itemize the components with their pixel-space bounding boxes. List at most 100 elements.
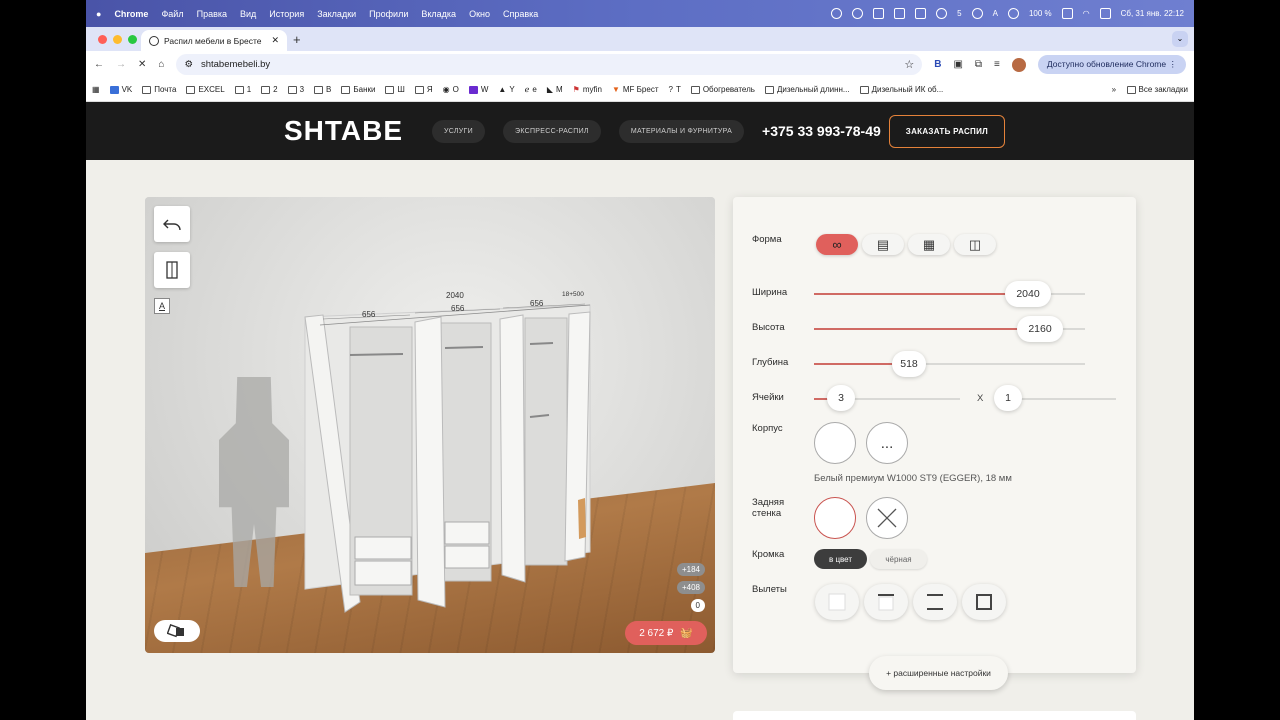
bookmark-w[interactable]: W [468,85,488,94]
overflow-chevron-icon[interactable]: » [1112,85,1116,94]
menu-bookmarks[interactable]: Закладки [317,9,356,19]
bookmark-3[interactable]: 3 [287,85,304,94]
back-panel-none-button[interactable] [866,497,908,539]
menu-profiles[interactable]: Профили [369,9,408,19]
body-more-colors-button[interactable]: ... [866,422,908,464]
menu-file[interactable]: Файл [161,9,183,19]
bookmark-banks[interactable]: Банки [341,85,375,94]
bookmark-mail[interactable]: Почта [142,85,176,94]
bookmark-m[interactable]: ◣ M [547,85,563,94]
bookmark-1[interactable]: 1 [234,85,251,94]
cells-rows-knob[interactable]: 1 [994,385,1022,411]
clock[interactable]: Сб, 31 янв. 22:12 [1121,9,1184,18]
bookmark-o[interactable]: ◉ О [443,85,459,94]
user-icon[interactable] [1007,8,1019,19]
bookmark-heater[interactable]: Обогреватель [690,85,755,94]
undo-button[interactable] [154,206,190,242]
bookmark-vk[interactable]: VK [109,85,132,94]
tab-active[interactable]: Распил мебели в Бресте ✕ [141,30,287,51]
bookmark-ya[interactable]: Я [414,85,433,94]
bookmark-y[interactable]: ▲ Y [498,85,514,94]
tasks-count[interactable]: 5 [957,9,961,18]
menu-view[interactable]: Вид [240,9,256,19]
menu-help[interactable]: Справка [503,9,538,19]
nav-materials[interactable]: материалы и фурнитура [618,119,745,143]
close-window-button[interactable] [98,35,107,44]
check-icon[interactable] [894,8,906,19]
chat-icon[interactable] [971,8,983,19]
bookmark-star-icon[interactable]: ☆ [904,58,914,71]
depth-slider-knob[interactable]: 518 [892,351,926,377]
body-color-white-swatch[interactable] [814,422,856,464]
record-icon[interactable] [831,8,843,19]
new-tab-button[interactable]: + [293,32,301,47]
extensions-icon[interactable]: ⧉ [975,59,982,70]
zoom-window-button[interactable] [128,35,137,44]
speed-icon[interactable] [936,8,948,19]
control-center-icon[interactable] [1099,8,1111,19]
shape-infinite-button[interactable]: ∞ [816,234,858,255]
width-slider-knob[interactable]: 2040 [1005,281,1051,307]
tab-close-icon[interactable]: ✕ [271,35,279,46]
display-icon[interactable] [915,8,927,19]
door-toggle-button[interactable] [154,252,190,288]
home-icon[interactable]: ⌂ [158,59,164,70]
forward-arrow-icon[interactable]: → [116,59,126,70]
order-cut-button[interactable]: заказать распил [888,114,1006,148]
random-config-button[interactable] [154,620,200,642]
site-logo[interactable]: SHTABE [284,115,403,147]
all-bookmarks[interactable]: » Все закладки [1112,85,1188,94]
apple-icon[interactable]: ● [96,9,101,19]
battery-icon[interactable] [1061,8,1073,19]
edge-black-button[interactable]: чёрная [870,549,927,569]
minimize-window-button[interactable] [113,35,122,44]
tab-search-chevron-icon[interactable]: ⌄ [1172,31,1188,47]
height-slider-knob[interactable]: 2160 [1017,316,1063,342]
bookmark-mf-brest[interactable]: ▼ MF Брест [612,85,659,94]
windows-icon[interactable] [873,8,885,19]
input-source[interactable]: A [993,9,998,18]
edge-match-color-button[interactable]: в цвет [814,549,867,569]
overhang-top-button[interactable] [864,584,908,620]
apps-grid-icon[interactable]: ▦ [92,85,100,94]
bookmark-2[interactable]: 2 [261,85,278,94]
site-info-icon[interactable]: ⚙ [184,59,193,70]
overhang-frame-button[interactable] [962,584,1006,620]
back-arrow-icon[interactable]: ← [94,59,104,70]
app-name[interactable]: Chrome [114,9,148,19]
reading-list-icon[interactable]: ≡ [994,59,1000,70]
bookmark-diesel-ir[interactable]: Дизельный ИК об... [859,85,943,94]
chrome-update-button[interactable]: Доступно обновление Chrome ⋮ [1037,55,1186,74]
stop-loading-icon[interactable]: ✕ [138,59,146,70]
shape-grid-rows-button[interactable]: ▤ [862,234,904,255]
overhang-top-bottom-button[interactable] [913,584,957,620]
wardrobe-3d-viewer[interactable]: 2040 656 656 656 18+500 A +184 +408 0 2 … [145,197,715,653]
menu-history[interactable]: История [269,9,304,19]
dimensions-text-toggle[interactable]: A [154,298,170,314]
phone-number[interactable]: +375 33 993-78-49 [762,123,881,139]
bookmark-e[interactable]: ℯe [525,85,537,94]
viber-icon[interactable] [852,8,864,19]
menu-window[interactable]: Окно [469,9,490,19]
cells-columns-knob[interactable]: 3 [827,385,855,411]
address-bar[interactable]: ⚙ shtabemebeli.by ☆ [176,54,923,75]
back-panel-white-swatch[interactable] [814,497,856,539]
extension-b-icon[interactable]: B [934,59,941,70]
menu-tab[interactable]: Вкладка [421,9,456,19]
shape-grid-button[interactable]: ▦ [908,234,950,255]
bookmark-sh[interactable]: Ш [385,85,405,94]
bookmark-t[interactable]: ? Т [668,85,680,94]
bookmark-diesel-long[interactable]: Дизельный длинн... [764,85,850,94]
profile-avatar[interactable] [1011,57,1026,72]
menu-edit[interactable]: Правка [197,9,227,19]
bookmark-excel[interactable]: EXCEL [186,85,225,94]
shape-custom-button[interactable]: ◫ [954,234,996,255]
overhang-none-button[interactable] [815,584,859,620]
bookmark-myfin[interactable]: ⚑ myfin [573,85,602,94]
battery-percent[interactable]: 100 % [1029,9,1052,18]
nav-express-cut[interactable]: экспресс-распил [502,119,601,143]
extension-gz-icon[interactable]: ▣ [953,59,962,70]
price-cart-button[interactable]: 2 672 ₽ 🧺 [625,621,707,645]
nav-services[interactable]: услуги [432,119,485,143]
bookmark-v[interactable]: В [314,85,331,94]
